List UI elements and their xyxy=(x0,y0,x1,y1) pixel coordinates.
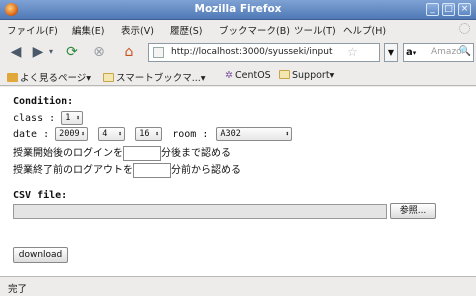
csv-heading: CSV file: xyxy=(13,190,68,201)
month-select[interactable]: 4 ⬍ xyxy=(98,127,126,141)
folder-icon xyxy=(279,70,290,79)
title-bar: Mozilla Firefox _ □ × xyxy=(0,0,476,20)
logout-minutes-input[interactable] xyxy=(133,162,171,178)
url-dropdown-button[interactable]: ▼ xyxy=(384,43,398,62)
bookmark-centos[interactable]: ✲ CentOS xyxy=(225,70,271,81)
menu-bar: ファイル(F) 編集(E) 表示(V) 履歴(S) ブックマーク(B) ツール(… xyxy=(0,20,476,38)
url-bar[interactable]: http://localhost:3000/syusseki/input ☆ xyxy=(148,43,380,62)
window-title: Mozilla Firefox xyxy=(194,3,282,15)
forward-icon[interactable]: ▶ xyxy=(30,43,46,61)
login-prefix-label: 授業開始後のログインを xyxy=(13,148,123,159)
select-arrow-icon: ⬍ xyxy=(155,130,160,138)
year-select[interactable]: 2009 ⬍ xyxy=(55,127,89,141)
bookmark-star-icon[interactable]: ☆ xyxy=(347,45,358,59)
maximize-button[interactable]: □ xyxy=(442,3,455,16)
room-label: room : xyxy=(172,129,209,140)
search-icon[interactable]: 🔍 xyxy=(459,46,471,57)
browser-window: Mozilla Firefox _ □ × ファイル(F) 編集(E) 表示(V… xyxy=(0,0,476,296)
home-icon[interactable]: ⌂ xyxy=(119,43,139,61)
login-suffix-label: 分後まで認める xyxy=(161,148,231,159)
menu-edit[interactable]: 編集(E) xyxy=(72,23,104,37)
folder-icon xyxy=(7,73,18,82)
back-icon[interactable]: ◀ xyxy=(8,43,24,61)
csv-file-input[interactable] xyxy=(13,204,387,219)
menu-bookmarks[interactable]: ブックマーク(B) xyxy=(219,23,290,37)
history-dropdown-icon[interactable]: ▾ xyxy=(46,43,56,61)
day-select[interactable]: 16 ⬍ xyxy=(135,127,163,141)
centos-icon: ✲ xyxy=(225,70,233,81)
logout-prefix-label: 授業終了前のログアウトを xyxy=(13,165,133,176)
download-button[interactable]: download xyxy=(13,247,68,263)
bookmark-most-visited[interactable]: よく見るページ▾ xyxy=(7,70,91,84)
select-arrow-icon: ⬍ xyxy=(285,130,290,138)
amazon-engine-icon[interactable]: a▾ xyxy=(406,46,428,60)
bookmark-support[interactable]: Support▾ xyxy=(279,70,334,81)
date-row: date : 2009 ⬍ 4 ⬍ 16 ⬍ room : A302 ⬍ xyxy=(13,127,293,141)
logout-suffix-label: 分前から認める xyxy=(171,165,241,176)
class-row: class : 1 ⬍ xyxy=(13,111,84,125)
room-select[interactable]: A302 ⬍ xyxy=(216,127,293,141)
login-minutes-input[interactable] xyxy=(123,145,161,161)
navigation-toolbar: ◀ ▶ ▾ ⟳ ⊗ ⌂ http://localhost:3000/syusse… xyxy=(0,38,476,66)
browse-button[interactable]: 参照... xyxy=(390,203,436,219)
date-label: date : xyxy=(13,129,50,140)
select-arrow-icon: ⬍ xyxy=(80,130,86,138)
status-bar: 完了 xyxy=(0,276,476,296)
smart-folder-icon xyxy=(103,73,114,82)
reload-icon[interactable]: ⟳ xyxy=(62,43,82,61)
bookmark-smart-bookmarks[interactable]: スマートブックマ...▾ xyxy=(103,70,206,84)
menu-file[interactable]: ファイル(F) xyxy=(7,23,58,37)
class-select[interactable]: 1 ⬍ xyxy=(61,111,84,125)
menu-tools[interactable]: ツール(T) xyxy=(294,23,336,37)
condition-heading: Condition: xyxy=(13,96,74,107)
menu-help[interactable]: ヘルプ(H) xyxy=(343,23,386,37)
page-content: Condition: class : 1 ⬍ date : 2009 ⬍ 4 ⬍ 16… xyxy=(0,87,476,276)
class-label: class : xyxy=(13,113,56,124)
menu-history[interactable]: 履歴(S) xyxy=(170,23,202,37)
search-bar[interactable]: a▾ Amazon.co 🔍 xyxy=(403,43,474,62)
select-arrow-icon: ⬍ xyxy=(117,130,123,138)
page-favicon-icon xyxy=(153,47,164,58)
bookmarks-toolbar: よく見るページ▾ スマートブックマ...▾ ✲ CentOS Support▾ xyxy=(0,66,476,86)
url-text[interactable]: http://localhost:3000/syusseki/input xyxy=(171,47,341,57)
menu-view[interactable]: 表示(V) xyxy=(121,23,154,37)
status-text: 完了 xyxy=(8,284,28,295)
logout-row: 授業終了前のログアウトを 分前から認める xyxy=(13,161,241,178)
select-arrow-icon: ⬍ xyxy=(75,114,81,122)
minimize-button[interactable]: _ xyxy=(426,3,439,16)
stop-icon[interactable]: ⊗ xyxy=(90,43,108,61)
login-row: 授業開始後のログインを 分後まで認める xyxy=(13,144,231,161)
throbber-icon xyxy=(459,23,470,34)
close-button[interactable]: × xyxy=(458,3,471,16)
